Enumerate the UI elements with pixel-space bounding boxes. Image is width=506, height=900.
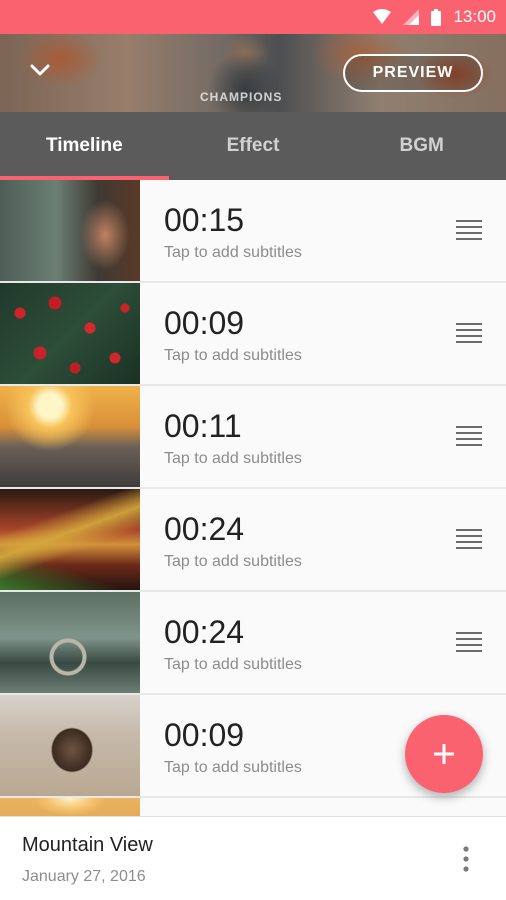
wifi-icon — [373, 9, 392, 25]
clip-thumbnail — [0, 386, 140, 487]
chevron-down-icon[interactable] — [28, 58, 52, 82]
status-time: 13:00 — [453, 7, 496, 26]
clip-row[interactable]: 00:15 Tap to add subtitles — [0, 180, 506, 283]
clip-duration: 00:09 — [164, 305, 245, 341]
clip-row[interactable] — [0, 798, 506, 816]
clip-thumbnail — [0, 695, 140, 796]
clip-thumbnail — [0, 592, 140, 693]
project-cover-image: CHAMPIONS PREVIEW — [0, 34, 506, 112]
drag-handle-icon[interactable] — [456, 323, 482, 343]
drag-handle-icon[interactable] — [456, 220, 482, 240]
clip-row[interactable]: 00:24 Tap to add subtitles — [0, 592, 506, 695]
cover-shirt-text: CHAMPIONS — [200, 90, 283, 104]
clip-duration: 00:24 — [164, 511, 245, 547]
drag-handle-icon[interactable] — [456, 632, 482, 652]
subtitle-hint[interactable]: Tap to add subtitles — [164, 450, 506, 468]
drag-handle-icon[interactable] — [456, 426, 482, 446]
project-info-bar: Mountain View January 27, 2016 — [0, 816, 506, 900]
subtitle-hint[interactable]: Tap to add subtitles — [164, 244, 506, 262]
tab-timeline[interactable]: Timeline — [0, 112, 169, 180]
clip-duration: 00:11 — [164, 408, 242, 444]
project-title: Mountain View — [22, 834, 153, 856]
drag-handle-icon[interactable] — [456, 529, 482, 549]
subtitle-hint[interactable]: Tap to add subtitles — [164, 656, 506, 674]
status-bar: 13:00 — [0, 0, 506, 34]
clip-thumbnail — [0, 180, 140, 281]
plus-icon — [434, 744, 454, 764]
clip-row[interactable]: 00:11 Tap to add subtitles — [0, 386, 506, 489]
battery-icon — [431, 8, 442, 26]
more-vertical-icon[interactable] — [458, 845, 474, 875]
add-clip-button[interactable] — [405, 715, 483, 793]
clip-row[interactable]: 00:24 Tap to add subtitles — [0, 489, 506, 592]
subtitle-hint[interactable]: Tap to add subtitles — [164, 347, 506, 365]
preview-button[interactable]: PREVIEW — [343, 54, 483, 92]
signal-icon — [403, 9, 420, 25]
clip-thumbnail — [0, 798, 140, 816]
tab-bar: Timeline Effect BGM — [0, 112, 506, 180]
clip-thumbnail — [0, 489, 140, 590]
project-date: January 27, 2016 — [22, 868, 146, 885]
tab-bgm[interactable]: BGM — [337, 112, 506, 180]
subtitle-hint[interactable]: Tap to add subtitles — [164, 553, 506, 571]
clip-row[interactable]: 00:09 Tap to add subtitles — [0, 283, 506, 386]
clip-duration: 00:24 — [164, 614, 245, 650]
clip-thumbnail — [0, 283, 140, 384]
tab-effect[interactable]: Effect — [169, 112, 338, 180]
clip-duration: 00:15 — [164, 202, 245, 238]
